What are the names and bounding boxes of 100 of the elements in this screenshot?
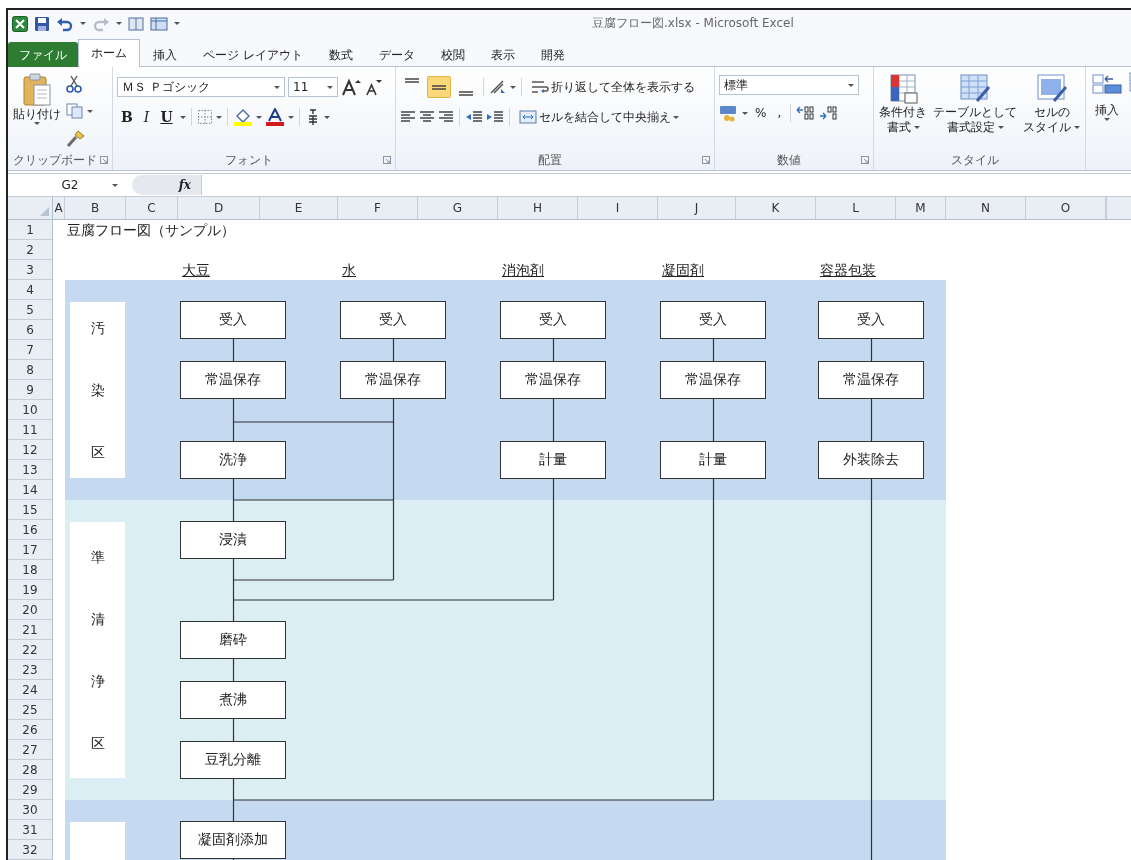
align-right-icon[interactable] <box>438 109 454 125</box>
vertical-align-button[interactable] <box>427 76 451 98</box>
undo-icon[interactable] <box>56 15 74 32</box>
wrap-text-button[interactable]: 折り返して全体を表示する <box>527 76 699 98</box>
row-header[interactable]: 6 <box>8 320 52 340</box>
row-header[interactable]: 32 <box>8 840 52 860</box>
row-header[interactable]: 16 <box>8 520 52 540</box>
row-header[interactable]: 14 <box>8 480 52 500</box>
dialog-launcher-icon[interactable] <box>100 156 108 164</box>
column-header[interactable]: B <box>65 197 126 219</box>
row-header[interactable]: 27 <box>8 740 52 760</box>
insert-cells-button[interactable]: 挿入 <box>1090 71 1124 150</box>
column-header[interactable]: F <box>338 197 418 219</box>
ribbon-tab[interactable]: 校閲 <box>427 42 478 67</box>
page-view-icon[interactable] <box>128 15 144 32</box>
column-header[interactable]: K <box>736 197 816 219</box>
row-header[interactable]: 15 <box>8 500 52 520</box>
column-header[interactable]: J <box>658 197 736 219</box>
increase-indent-icon[interactable] <box>486 109 504 125</box>
save-icon[interactable] <box>34 15 50 32</box>
row-header[interactable]: 30 <box>8 800 52 820</box>
row-header[interactable]: 19 <box>8 580 52 600</box>
ribbon-tab[interactable]: データ <box>365 42 428 67</box>
font-color-icon[interactable] <box>264 108 285 126</box>
row-header[interactable]: 29 <box>8 780 52 800</box>
copy-icon[interactable] <box>66 103 84 119</box>
row-header[interactable]: 25 <box>8 700 52 720</box>
font-name-dropdown[interactable]: ＭＳ Ｐゴシック <box>117 77 285 97</box>
percent-button[interactable]: % <box>751 104 771 122</box>
merge-center-button[interactable]: セルを結合して中央揃え <box>515 106 683 128</box>
style-gallery-button[interactable]: 条件付き 書式 <box>878 71 928 150</box>
column-header[interactable]: M <box>896 197 946 219</box>
row-header[interactable]: 7 <box>8 340 52 360</box>
row-header[interactable]: 10 <box>8 400 52 420</box>
dialog-launcher-icon[interactable] <box>702 156 710 164</box>
caret-icon <box>255 115 262 119</box>
ribbon-tab[interactable]: 開発 <box>527 42 578 67</box>
ribbon-tab[interactable]: ホーム <box>78 39 140 67</box>
spreadsheet-logo-icon[interactable] <box>12 15 28 32</box>
column-header[interactable]: E <box>260 197 338 219</box>
align-center-icon[interactable] <box>419 109 435 125</box>
align-left-icon[interactable] <box>400 109 416 125</box>
row-header[interactable]: 4 <box>8 280 52 300</box>
comma-button[interactable]: , <box>773 104 786 122</box>
row-header[interactable]: 24 <box>8 680 52 700</box>
column-header[interactable]: N <box>946 197 1026 219</box>
paste-button[interactable]: 貼り付け <box>12 71 62 150</box>
paintbrush-icon[interactable] <box>66 129 86 147</box>
underline-button[interactable]: U <box>156 107 177 127</box>
dialog-launcher-icon[interactable] <box>861 156 869 164</box>
row-header[interactable]: 8 <box>8 360 52 380</box>
insert-function-button[interactable]: fx <box>178 178 191 192</box>
ribbon-tab[interactable]: ページ レイアウト <box>190 42 316 67</box>
decrease-indent-icon[interactable] <box>465 109 483 125</box>
grow-font-icon[interactable] <box>341 78 361 96</box>
layout-view-icon[interactable] <box>150 15 168 32</box>
dialog-launcher-icon[interactable] <box>383 156 391 164</box>
row-header[interactable]: 13 <box>8 460 52 480</box>
shrink-font-icon[interactable] <box>364 78 382 96</box>
file-tab[interactable]: ファイル <box>8 42 78 67</box>
style-gallery-button[interactable]: セルの スタイル <box>1022 71 1081 150</box>
column-header[interactable]: H <box>498 197 578 219</box>
italic-button[interactable]: I <box>139 107 154 127</box>
row-header[interactable]: 23 <box>8 660 52 680</box>
column-header[interactable]: D <box>178 197 260 219</box>
ribbon-tab[interactable]: 数式 <box>315 42 366 67</box>
text-angle-icon[interactable] <box>489 79 507 95</box>
row-header[interactable]: 12 <box>8 440 52 460</box>
row-header[interactable]: 31 <box>8 820 52 840</box>
column-header[interactable]: L <box>816 197 896 219</box>
row-header[interactable]: 1 <box>8 220 52 240</box>
row-header[interactable]: 22 <box>8 640 52 660</box>
row-header[interactable]: 3 <box>8 260 52 280</box>
borders-icon[interactable] <box>196 109 213 125</box>
column-header[interactable]: I <box>578 197 658 219</box>
row-header[interactable]: 2 <box>8 240 52 260</box>
style-gallery-button[interactable]: テーブルとして 書式設定 <box>932 71 1018 150</box>
decrease-decimal-icon[interactable] <box>819 105 840 121</box>
row-header[interactable]: 26 <box>8 720 52 740</box>
row-header[interactable]: 28 <box>8 760 52 780</box>
column-header[interactable]: O <box>1026 197 1106 219</box>
row-header[interactable]: 17 <box>8 540 52 560</box>
fill-color-icon[interactable] <box>232 108 253 126</box>
row-header[interactable]: 5 <box>8 300 52 320</box>
font-size-dropdown[interactable]: 11 <box>288 77 338 97</box>
scissors-icon[interactable] <box>66 75 82 93</box>
currency-icon[interactable] <box>719 104 739 122</box>
row-header[interactable]: 21 <box>8 620 52 640</box>
ribbon-tab[interactable]: 挿入 <box>140 42 190 67</box>
ribbon-tab[interactable]: 表示 <box>477 42 528 67</box>
row-header[interactable]: 11 <box>8 420 52 440</box>
row-header[interactable]: 20 <box>8 600 52 620</box>
bold-button[interactable]: B <box>117 107 137 127</box>
column-header[interactable]: A <box>53 197 65 219</box>
number-format-dropdown[interactable]: 標準 <box>719 75 859 95</box>
row-header[interactable]: 9 <box>8 380 52 400</box>
column-header[interactable]: G <box>418 197 498 219</box>
row-header[interactable]: 18 <box>8 560 52 580</box>
increase-decimal-icon[interactable] <box>796 105 817 121</box>
column-header[interactable]: C <box>126 197 178 219</box>
